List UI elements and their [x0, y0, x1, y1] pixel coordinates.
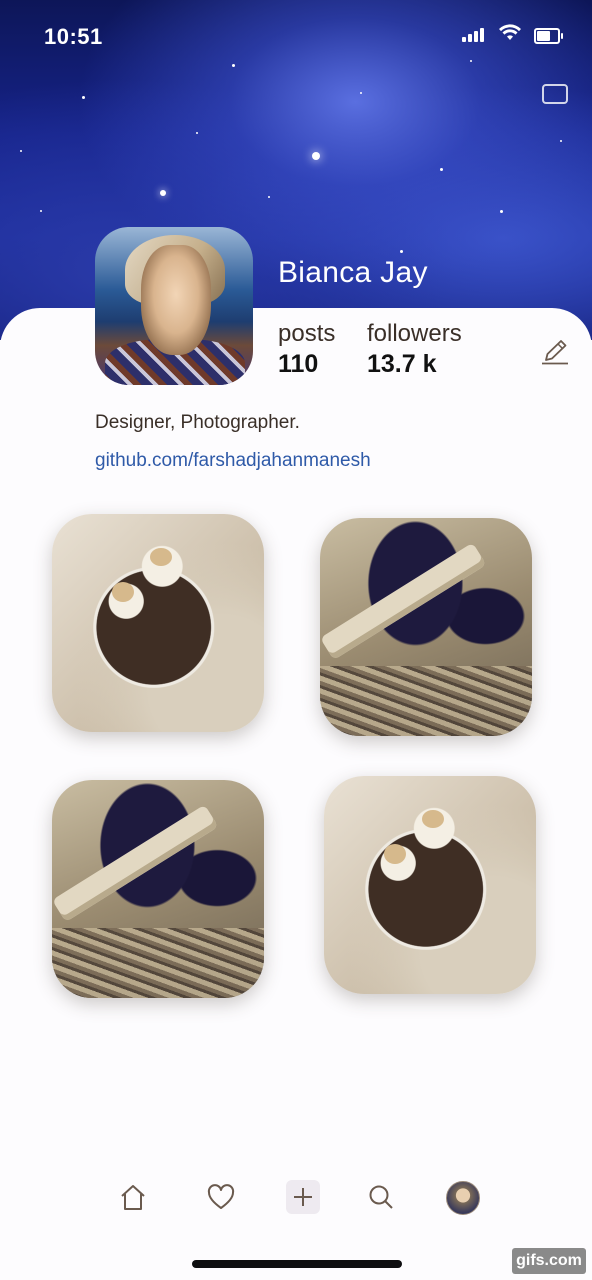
star	[196, 132, 198, 134]
change-cover-icon[interactable]	[542, 84, 568, 104]
star	[440, 168, 443, 171]
profile-bio: Designer, Photographer.	[95, 412, 300, 433]
post-dog-stick-photo[interactable]	[52, 780, 264, 998]
post-food-bowl-photo[interactable]	[52, 514, 264, 732]
home-icon[interactable]	[116, 1180, 150, 1214]
profile-avatar[interactable]	[95, 227, 253, 385]
star	[268, 196, 270, 198]
star	[560, 140, 562, 142]
search-icon[interactable]	[364, 1180, 398, 1214]
star	[312, 152, 320, 160]
star	[82, 96, 85, 99]
status-bar: 10:51	[0, 0, 592, 72]
cellular-signal-icon	[462, 28, 484, 42]
plus-icon[interactable]	[286, 1180, 320, 1214]
star	[400, 250, 403, 253]
star	[360, 92, 362, 94]
profile-link[interactable]: github.com/farshadjahanmanesh	[95, 450, 371, 472]
star	[40, 210, 42, 212]
post-food-bowl-photo[interactable]	[324, 776, 536, 994]
battery-icon	[534, 28, 563, 44]
star	[20, 150, 22, 152]
posts-label: posts	[278, 320, 336, 347]
status-time: 10:51	[44, 24, 103, 49]
followers-count: 13.7 k	[367, 350, 437, 378]
edit-profile-icon[interactable]	[540, 338, 570, 366]
star	[500, 210, 503, 213]
heart-icon[interactable]	[204, 1180, 238, 1214]
home-indicator[interactable]	[192, 1260, 402, 1268]
profile-name: Bianca Jay	[278, 256, 428, 289]
profile-tab-avatar[interactable]	[446, 1181, 480, 1215]
followers-label: followers	[367, 320, 462, 347]
post-dog-stick-photo[interactable]	[320, 518, 532, 736]
posts-count: 110	[278, 350, 319, 378]
star	[160, 190, 166, 196]
wifi-icon	[499, 24, 521, 40]
watermark: gifs.com	[512, 1248, 586, 1274]
